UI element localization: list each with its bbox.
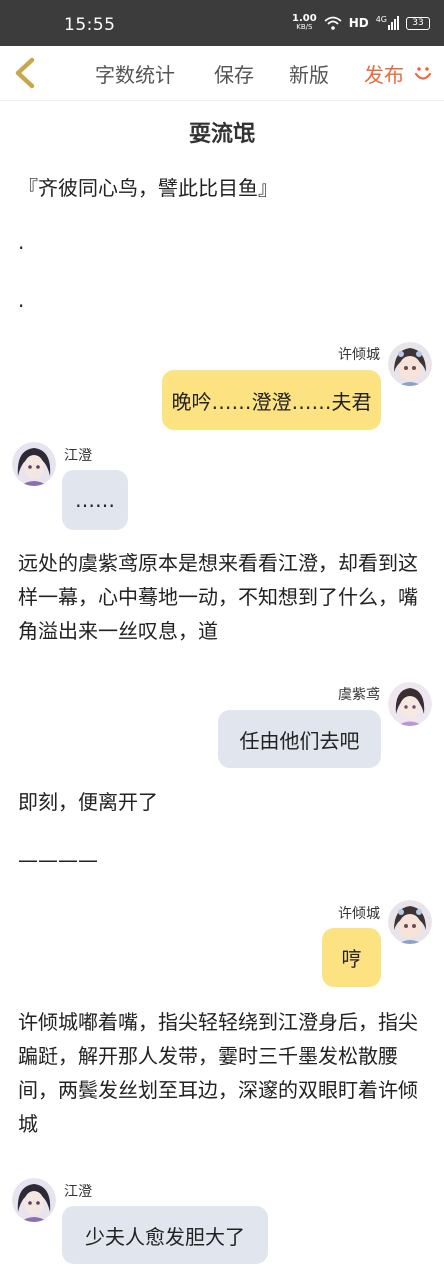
avatar	[388, 682, 432, 726]
battery-level: 33	[412, 17, 424, 28]
document-title: 耍流氓	[188, 122, 255, 147]
chat-bubble: 任由他们去吧	[218, 710, 381, 768]
text-paragraph: 远处的虞紫鸢原本是想来看看江澄，却看到这样一幕，心中蓦地一动，不知想到了什么，嘴…	[18, 551, 418, 643]
smile-icon[interactable]	[412, 62, 434, 84]
editor-toolbar: 字数统计 保存 新版 发布	[0, 46, 444, 101]
text-paragraph: 即刻，便离开了	[18, 790, 158, 814]
network-speed-value: 1.00	[292, 13, 317, 24]
publish-button[interactable]: 发布	[364, 59, 404, 88]
chat-bubble: 少夫人愈发胆大了	[62, 1206, 268, 1264]
wifi-icon	[324, 16, 342, 30]
status-time: 15:55	[64, 15, 116, 35]
chat-bubble: 哼	[322, 928, 381, 987]
chat-bubble: ……	[62, 470, 128, 530]
word-count-button[interactable]: 字数统计	[95, 59, 175, 88]
text-paragraph: 许倾城嘟着嘴，指尖轻轻绕到江澄身后，指尖蹁跹，解开那人发带，霎时三千墨发松散腰间…	[18, 1010, 418, 1136]
hd-badge: HD	[348, 16, 369, 30]
avatar	[12, 442, 56, 486]
speaker-name: 许倾城	[338, 906, 380, 922]
network-speed-unit: KB/S	[296, 23, 313, 31]
speaker-name: 江澄	[64, 1184, 92, 1200]
speaker-name: 江澄	[64, 448, 92, 464]
save-button[interactable]: 保存	[214, 59, 254, 88]
avatar	[12, 1178, 56, 1222]
text-paragraph: 『齐彼同心鸟，譬此比目鱼』	[18, 176, 278, 200]
speaker-name: 许倾城	[338, 347, 380, 363]
speaker-name: 虞紫鸢	[338, 687, 380, 703]
signal-icon: 4G	[376, 16, 399, 30]
new-version-button[interactable]: 新版	[289, 59, 329, 88]
battery-icon: 33	[406, 16, 430, 30]
chat-bubble: 晚吟……澄澄……夫君	[162, 370, 381, 430]
text-paragraph: .	[18, 230, 25, 254]
status-bar: 15:55 1.00 KB/S HD 4G 33	[0, 0, 444, 46]
network-speed: 1.00 KB/S	[292, 14, 317, 32]
text-paragraph: .	[18, 288, 25, 312]
text-paragraph: ————	[18, 848, 98, 872]
signal-label: 4G	[375, 15, 387, 24]
avatar	[388, 900, 432, 944]
back-arrow-icon[interactable]	[8, 54, 44, 92]
avatar	[388, 342, 432, 386]
status-icons: 1.00 KB/S HD 4G 33	[292, 12, 430, 34]
